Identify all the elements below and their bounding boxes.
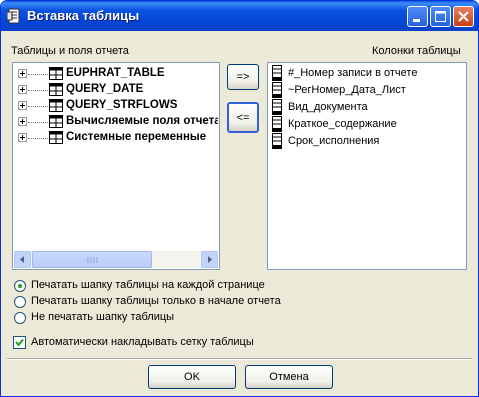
column-icon: [272, 99, 282, 115]
table-icon: [49, 99, 63, 112]
right-panel-label: Колонки таблицы: [372, 45, 461, 57]
grid-checkbox-label[interactable]: Автоматически накладывать сетку таблицы: [31, 336, 254, 348]
table-icon: [49, 83, 63, 96]
expand-icon[interactable]: [18, 117, 27, 126]
app-icon: [7, 8, 20, 24]
table-icon: [49, 115, 63, 128]
list-item-label: ~РегНомер_Дата_Лист: [288, 84, 406, 96]
scroll-left-button[interactable]: [14, 251, 31, 268]
radio-header-first-page-label[interactable]: Печатать шапку таблицы только в начале о…: [31, 295, 281, 307]
radio-no-header-label[interactable]: Не печатать шапку таблицы: [31, 311, 174, 323]
remove-column-button[interactable]: <=: [227, 102, 259, 133]
radio-header-every-page-label[interactable]: Печатать шапку таблицы на каждой страниц…: [31, 279, 265, 291]
list-item-label: Краткое_содержание: [288, 118, 397, 130]
tree-item[interactable]: Системные переменные: [18, 130, 218, 146]
tree-item-label: QUERY_DATE: [66, 83, 144, 95]
minimize-button[interactable]: [407, 6, 428, 27]
cancel-button[interactable]: Отмена: [245, 365, 333, 389]
column-icon: [272, 65, 282, 81]
column-icon: [272, 133, 282, 149]
title-bar[interactable]: Вставка таблицы: [1, 1, 478, 31]
list-item-label: Вид_документа: [288, 101, 368, 113]
dialog-window: Вставка таблицы Таблицы и поля отчета EU…: [0, 0, 479, 397]
add-column-button[interactable]: =>: [227, 64, 259, 90]
expand-icon[interactable]: [18, 133, 27, 142]
tree-item-label: Вычисляемые поля отчета: [66, 115, 218, 127]
left-panel-label: Таблицы и поля отчета: [11, 45, 129, 57]
tree-item-label: QUERY_STRFLOWS: [66, 99, 178, 111]
minimize-icon: [413, 19, 420, 22]
tree-item[interactable]: QUERY_STRFLOWS: [18, 98, 218, 114]
table-icon: [49, 67, 63, 80]
tree-item[interactable]: Вычисляемые поля отчета: [18, 114, 218, 130]
close-icon: [458, 11, 469, 22]
tree-item[interactable]: EUPHRAT_TABLE: [18, 66, 218, 82]
grid-checkbox[interactable]: [13, 336, 26, 349]
radio-no-header[interactable]: [14, 312, 26, 324]
table-columns-list[interactable]: #_Номер записи в отчете ~РегНомер_Дата_Л…: [267, 62, 467, 270]
column-icon: [272, 82, 282, 98]
arrow-left-icon: [20, 256, 24, 263]
checkmark-icon: [15, 338, 24, 347]
tables-tree[interactable]: EUPHRAT_TABLE QUERY_DATE QUERY_STRFLOWS: [12, 62, 220, 270]
expand-icon[interactable]: [18, 85, 27, 94]
window-title: Вставка таблицы: [27, 8, 140, 23]
tree-item-label: EUPHRAT_TABLE: [66, 67, 165, 79]
tree-item[interactable]: QUERY_DATE: [18, 82, 218, 98]
radio-header-every-page[interactable]: [14, 280, 26, 292]
horizontal-scrollbar[interactable]: [14, 251, 218, 268]
maximize-icon: [435, 11, 446, 22]
scroll-right-button[interactable]: [201, 251, 218, 268]
column-icon: [272, 116, 282, 132]
grip-icon: [87, 257, 98, 263]
tree-item-label: Системные переменные: [66, 131, 207, 143]
arrow-right-icon: [208, 256, 212, 263]
expand-icon[interactable]: [18, 69, 27, 78]
radio-header-first-page[interactable]: [14, 296, 26, 308]
close-button[interactable]: [453, 6, 474, 27]
expand-icon[interactable]: [18, 101, 27, 110]
maximize-button[interactable]: [430, 6, 451, 27]
table-icon: [49, 131, 63, 144]
list-item-label: Срок_исполнения: [288, 135, 380, 147]
list-item-label: #_Номер записи в отчете: [288, 67, 418, 79]
scroll-thumb[interactable]: [32, 251, 152, 268]
ok-button[interactable]: OK: [148, 365, 236, 389]
